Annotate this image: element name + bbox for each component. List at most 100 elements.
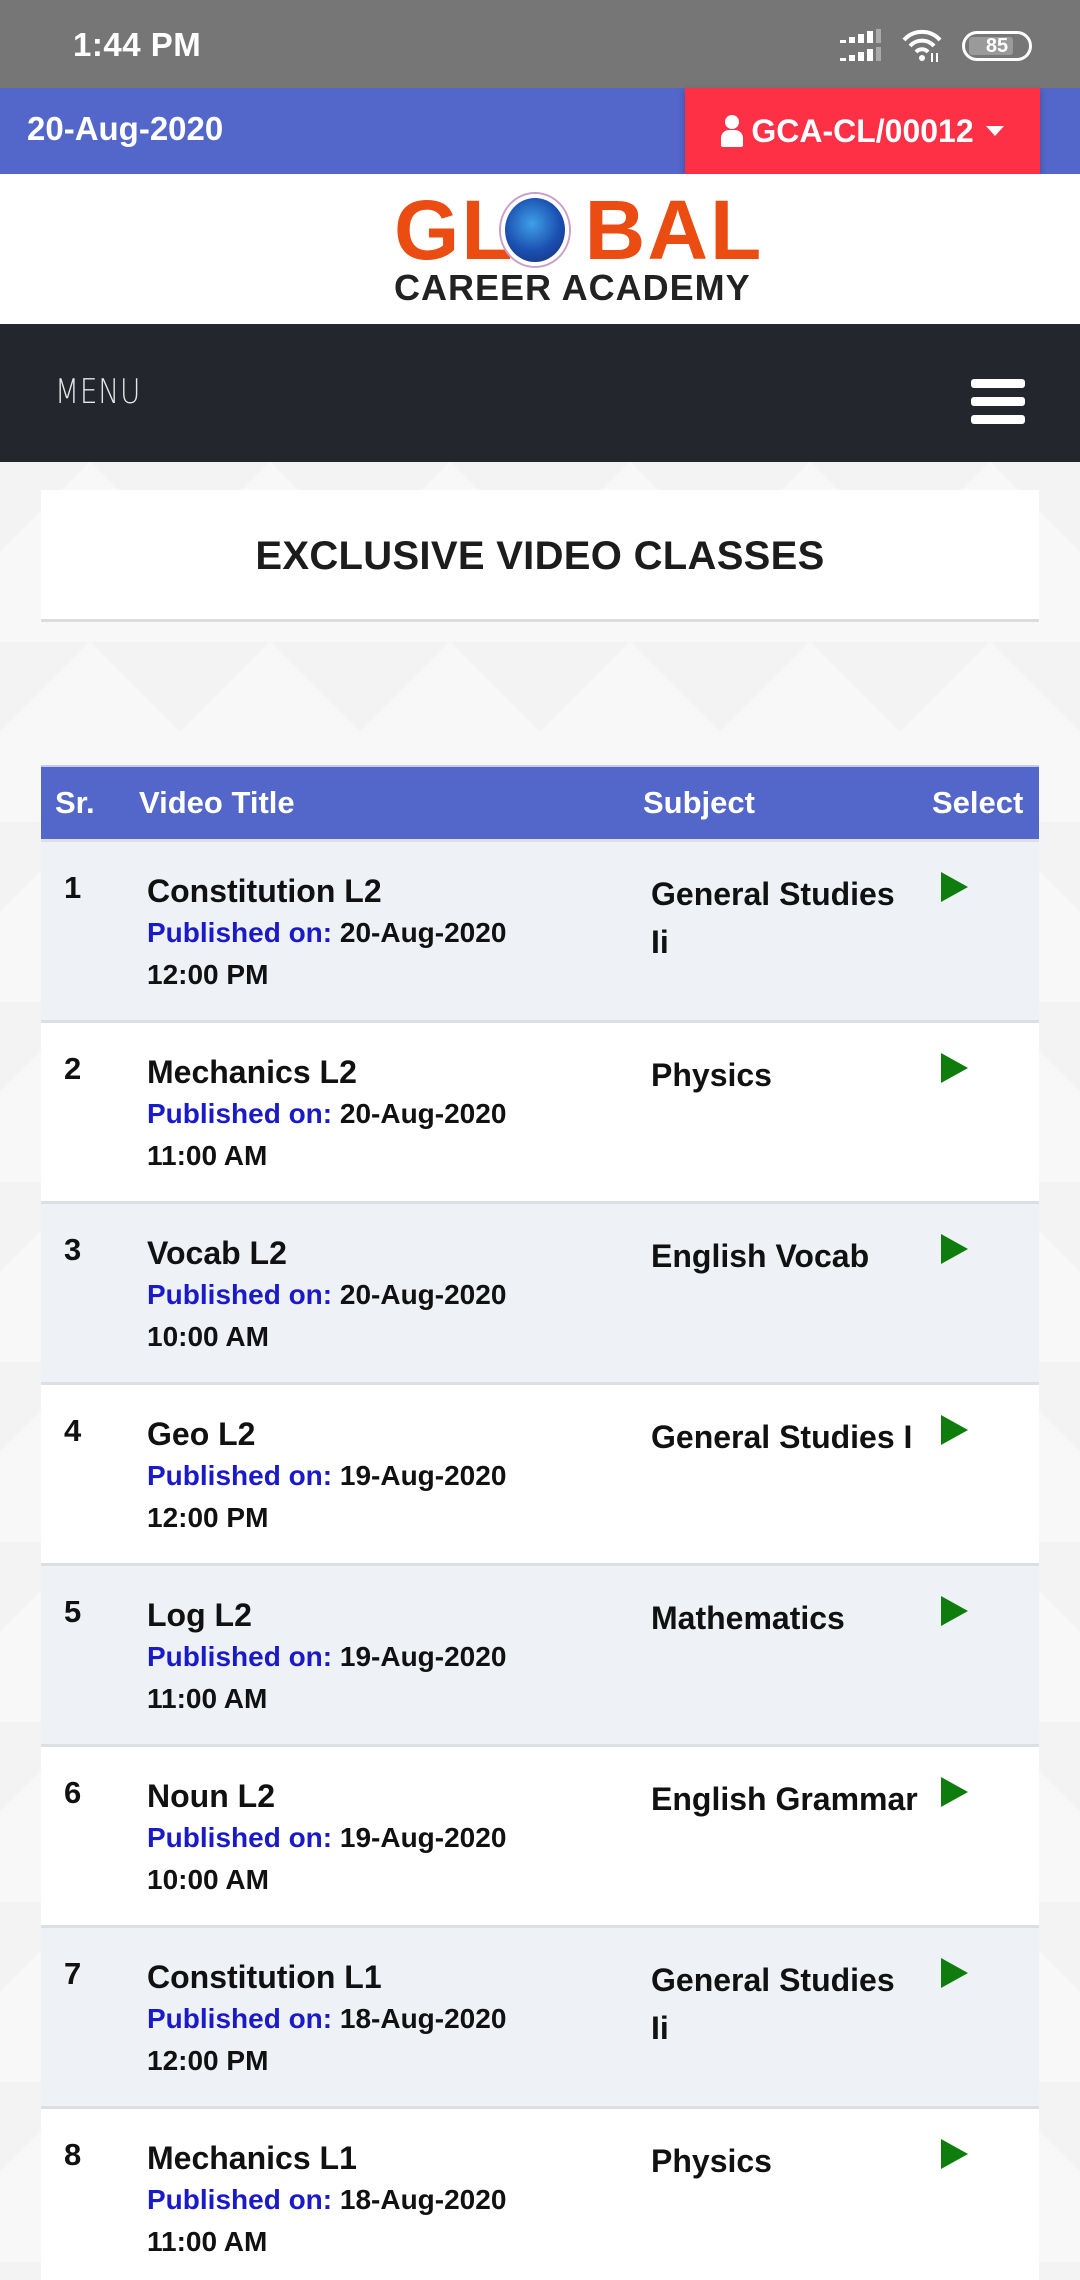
table-row: 7 Constitution L1 Published on: 18-Aug-2… xyxy=(41,1925,1039,2106)
row-title-cell: Noun L2 Published on: 19-Aug-2020 10:00 … xyxy=(147,1775,647,1901)
header-select: Select xyxy=(932,785,1024,820)
published-label: Published on: xyxy=(147,917,333,948)
row-subject: Mathematics xyxy=(651,1600,845,1636)
row-subject: English Vocab xyxy=(651,1238,870,1274)
table-row: 6 Noun L2 Published on: 19-Aug-2020 10:0… xyxy=(41,1744,1039,1925)
published-time: 12:00 PM xyxy=(147,2045,269,2076)
row-subject: English Grammar xyxy=(651,1781,918,1817)
published-date: 20-Aug-2020 xyxy=(339,1098,507,1129)
published-date: 19-Aug-2020 xyxy=(339,1641,507,1672)
published-time: 11:00 AM xyxy=(147,1140,268,1171)
user-icon xyxy=(721,115,744,147)
signal-icon xyxy=(840,29,881,61)
row-sr: 6 xyxy=(64,1775,82,1810)
published-date: 20-Aug-2020 xyxy=(339,1279,507,1310)
table-header: Sr. Video Title Subject Select xyxy=(41,765,1039,839)
row-subject: General Studies Ii xyxy=(651,876,895,960)
published-time: 11:00 AM xyxy=(147,2226,268,2257)
status-bar: 1:44 PM 85 xyxy=(0,0,1080,88)
row-subject: General Studies Ii xyxy=(651,1962,895,2046)
row-sr: 3 xyxy=(64,1232,82,1267)
row-sr: 8 xyxy=(64,2137,82,2172)
table-row: 3 Vocab L2 Published on: 20-Aug-2020 10:… xyxy=(41,1201,1039,1382)
video-title: Noun L2 xyxy=(147,1778,275,1814)
header-sr: Sr. xyxy=(55,785,95,820)
play-icon[interactable] xyxy=(941,1958,971,1990)
logo-wordmark: GL BAL xyxy=(394,183,764,277)
row-sr: 1 xyxy=(64,870,82,905)
published-label: Published on: xyxy=(147,2003,333,2034)
status-icons: 85 xyxy=(840,28,1032,64)
play-icon[interactable] xyxy=(941,1234,971,1266)
published-date: 18-Aug-2020 xyxy=(339,2003,507,2034)
row-title-cell: Mechanics L1 Published on: 18-Aug-2020 1… xyxy=(147,2137,647,2263)
row-title-cell: Geo L2 Published on: 19-Aug-2020 12:00 P… xyxy=(147,1413,647,1539)
row-subject: General Studies I xyxy=(651,1419,913,1455)
row-title-cell: Vocab L2 Published on: 20-Aug-2020 10:00… xyxy=(147,1232,647,1358)
published-date: 18-Aug-2020 xyxy=(339,2184,507,2215)
nav-bar: MENU xyxy=(0,324,1080,462)
logo[interactable]: GL BAL CAREER ACADEMY xyxy=(394,188,761,310)
published-label: Published on: xyxy=(147,2184,333,2215)
user-dropdown-button[interactable]: GCA-CL/00012 xyxy=(685,88,1040,174)
row-sr: 2 xyxy=(64,1051,82,1086)
published-line: Published on: 20-Aug-2020 xyxy=(147,912,647,954)
play-icon[interactable] xyxy=(941,2139,971,2171)
published-line: Published on: 19-Aug-2020 xyxy=(147,1455,647,1497)
video-title: Log L2 xyxy=(147,1597,252,1633)
row-subject: Physics xyxy=(651,1057,772,1093)
published-label: Published on: xyxy=(147,1822,333,1853)
published-line: Published on: 20-Aug-2020 xyxy=(147,1274,647,1316)
play-icon[interactable] xyxy=(941,872,971,904)
video-title: Vocab L2 xyxy=(147,1235,287,1271)
logo-subtitle: CAREER ACADEMY xyxy=(394,267,751,308)
table-row: 1 Constitution L2 Published on: 20-Aug-2… xyxy=(41,839,1039,1020)
published-line: Published on: 18-Aug-2020 xyxy=(147,2179,647,2221)
caret-down-icon xyxy=(985,126,1004,136)
published-label: Published on: xyxy=(147,1098,333,1129)
video-title: Constitution L1 xyxy=(147,1959,382,1995)
table-row: 5 Log L2 Published on: 19-Aug-2020 11:00… xyxy=(41,1563,1039,1744)
table-row: 8 Mechanics L1 Published on: 18-Aug-2020… xyxy=(41,2106,1039,2280)
published-line: Published on: 19-Aug-2020 xyxy=(147,1817,647,1859)
row-title-cell: Constitution L2 Published on: 20-Aug-202… xyxy=(147,870,647,996)
play-icon[interactable] xyxy=(941,1596,971,1628)
menu-label: MENU xyxy=(55,372,142,412)
video-title: Mechanics L2 xyxy=(147,1054,357,1090)
published-line: Published on: 20-Aug-2020 xyxy=(147,1093,647,1135)
published-time: 12:00 PM xyxy=(147,959,269,990)
row-title-cell: Log L2 Published on: 19-Aug-2020 11:00 A… xyxy=(147,1594,647,1720)
row-sr: 4 xyxy=(64,1413,82,1448)
hamburger-icon[interactable] xyxy=(971,379,1025,425)
row-subject: Physics xyxy=(651,2143,772,2179)
play-icon[interactable] xyxy=(941,1053,971,1085)
published-date: 19-Aug-2020 xyxy=(339,1460,507,1491)
row-title-cell: Mechanics L2 Published on: 20-Aug-2020 1… xyxy=(147,1051,647,1177)
published-time: 10:00 AM xyxy=(147,1864,269,1895)
wifi-icon xyxy=(902,29,942,62)
logo-area: GL BAL CAREER ACADEMY xyxy=(0,174,1080,324)
play-icon[interactable] xyxy=(941,1777,971,1809)
video-title: Geo L2 xyxy=(147,1416,256,1452)
published-date: 20-Aug-2020 xyxy=(339,917,507,948)
user-id: GCA-CL/00012 xyxy=(751,112,974,149)
status-time: 1:44 PM xyxy=(73,26,202,63)
title-card: EXCLUSIVE VIDEO CLASSES xyxy=(41,490,1039,622)
video-title: Constitution L2 xyxy=(147,873,382,909)
current-date: 20-Aug-2020 xyxy=(27,110,224,147)
row-title-cell: Constitution L1 Published on: 18-Aug-202… xyxy=(147,1956,647,2082)
published-label: Published on: xyxy=(147,1460,333,1491)
table-row: 4 Geo L2 Published on: 19-Aug-2020 12:00… xyxy=(41,1382,1039,1563)
published-time: 10:00 AM xyxy=(147,1321,269,1352)
header-subject: Subject xyxy=(643,785,755,820)
published-line: Published on: 18-Aug-2020 xyxy=(147,1998,647,2040)
table-body: 1 Constitution L2 Published on: 20-Aug-2… xyxy=(41,839,1039,2280)
play-icon[interactable] xyxy=(941,1415,971,1447)
published-time: 11:00 AM xyxy=(147,1683,268,1714)
video-table: Sr. Video Title Subject Select 1 Constit… xyxy=(41,765,1039,2280)
page-title: EXCLUSIVE VIDEO CLASSES xyxy=(255,534,825,578)
published-label: Published on: xyxy=(147,1279,333,1310)
top-bar: 20-Aug-2020 GCA-CL/00012 xyxy=(0,88,1080,174)
published-time: 12:00 PM xyxy=(147,1502,269,1533)
header-title: Video Title xyxy=(139,785,295,820)
